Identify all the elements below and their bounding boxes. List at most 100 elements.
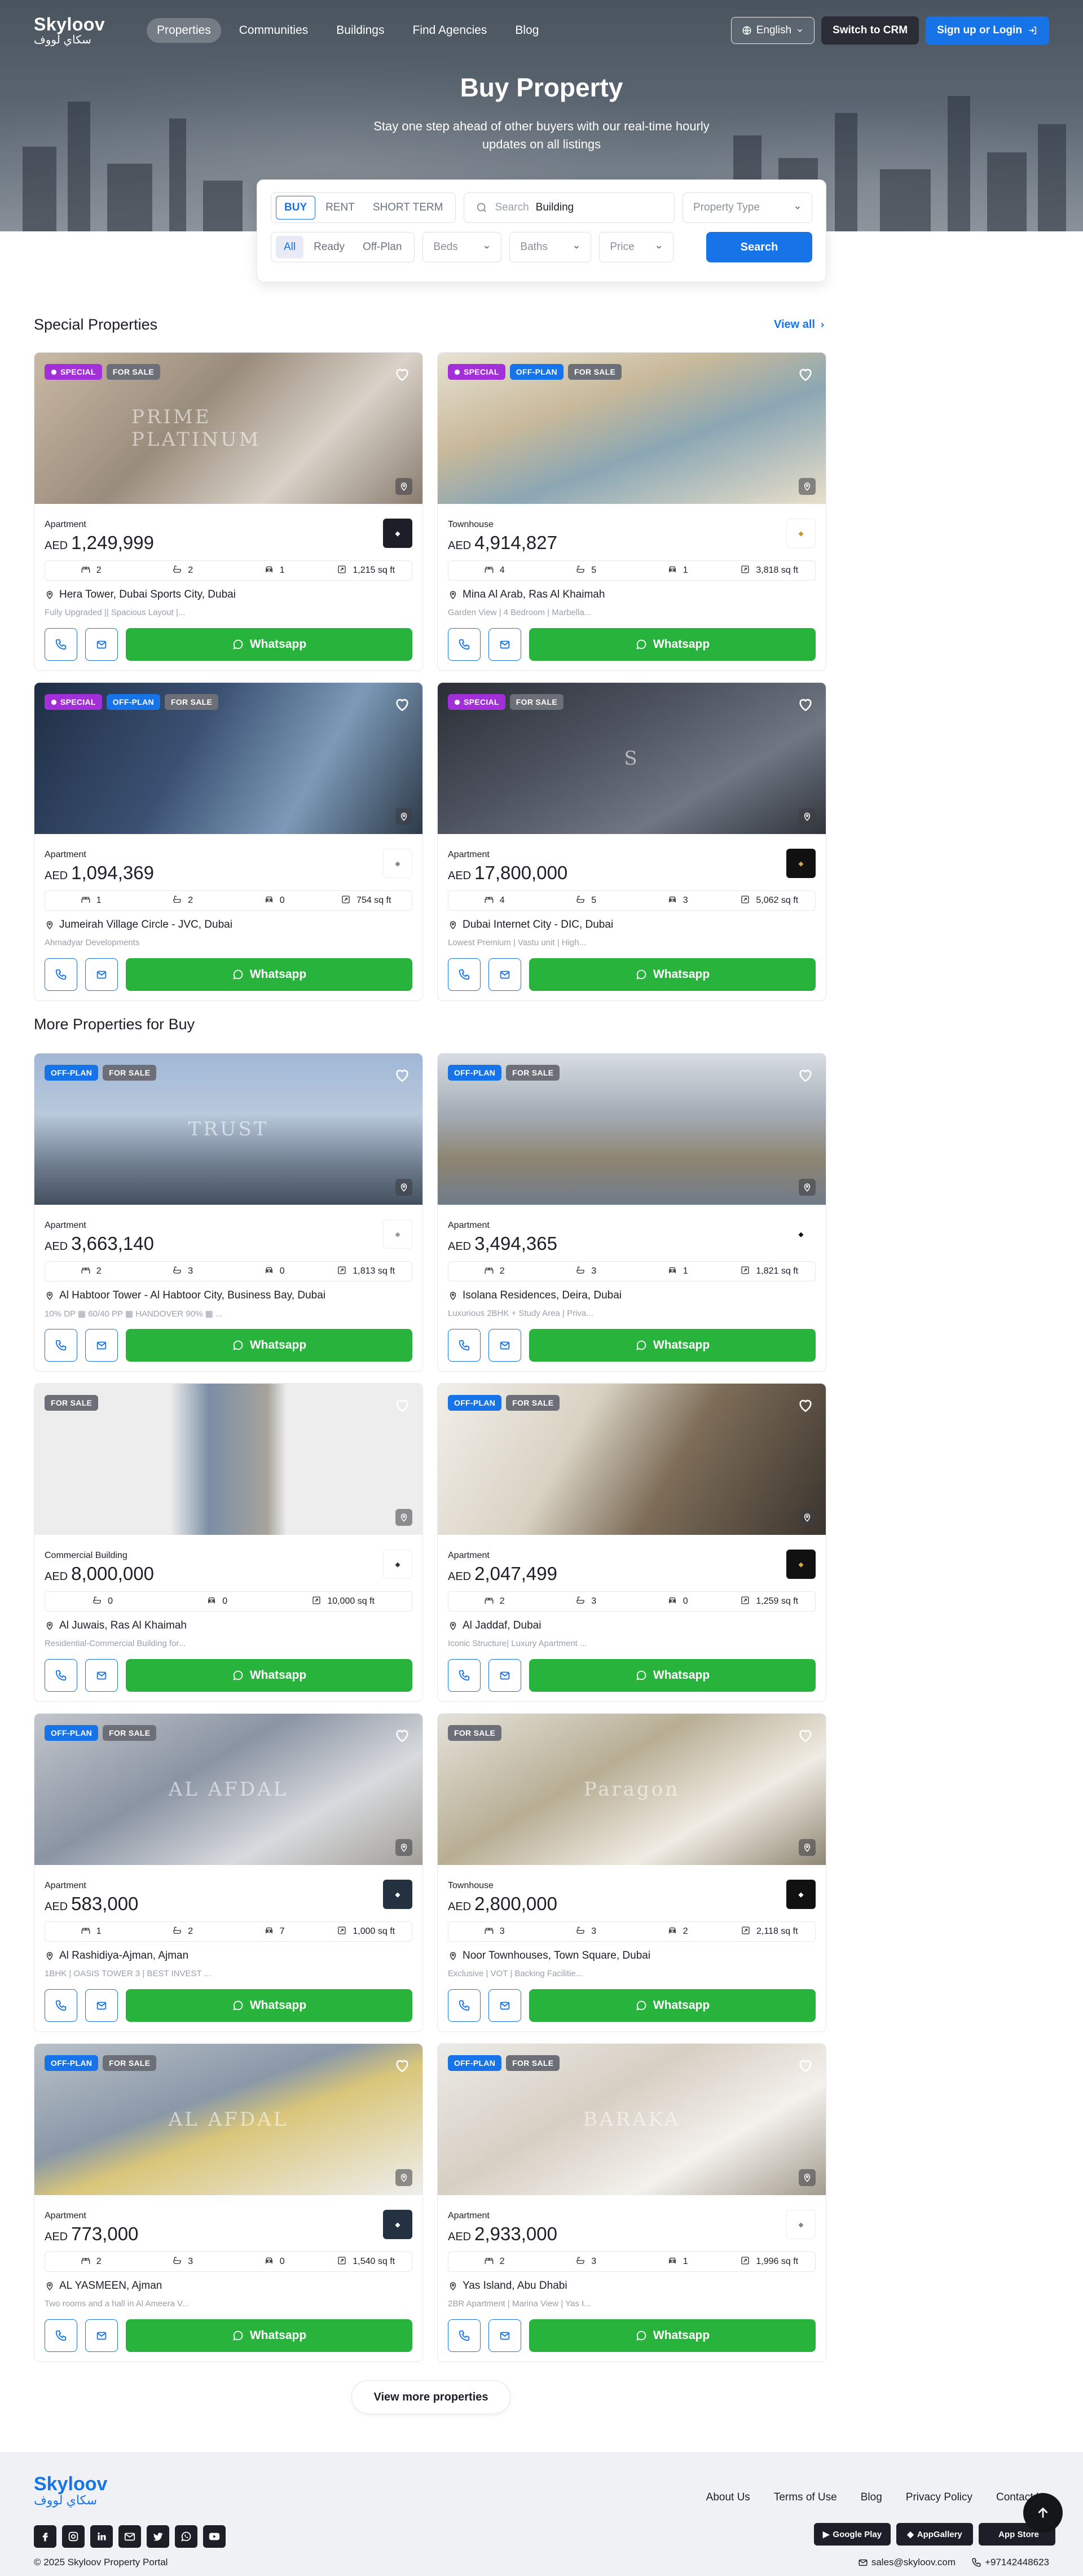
map-pin-icon[interactable] <box>395 2169 412 2186</box>
status-all[interactable]: All <box>276 236 304 258</box>
property-card[interactable]: S SPECIAL FOR SALE Apartment AED 17,800,00… <box>437 682 826 1001</box>
property-type-dropdown[interactable]: Property Type <box>683 192 812 223</box>
property-card[interactable]: Paragon FOR SALE Townhouse AED 2,800,000 … <box>437 1713 826 2032</box>
google-play-badge[interactable]: ▶ Google Play <box>814 2523 891 2546</box>
mode-short-term[interactable]: SHORT TERM <box>365 196 451 219</box>
property-card[interactable]: AL AFDAL OFF-PLAN FOR SALE Apartment AED 7… <box>34 2043 423 2362</box>
map-pin-icon[interactable] <box>799 1839 816 1856</box>
nav-find-agencies[interactable]: Find Agencies <box>403 18 498 43</box>
email-button[interactable] <box>85 958 118 991</box>
map-pin-icon[interactable] <box>799 1509 816 1526</box>
mode-rent[interactable]: RENT <box>318 196 363 219</box>
call-button[interactable] <box>448 1659 481 1692</box>
property-photo[interactable]: AL AFDAL OFF-PLAN FOR SALE <box>34 1714 422 1865</box>
beds-dropdown[interactable]: Beds <box>422 232 502 262</box>
call-button[interactable] <box>45 958 77 991</box>
property-photo[interactable]: OFF-PLAN FOR SALE <box>438 1054 826 1205</box>
email-button[interactable] <box>488 2319 521 2352</box>
map-pin-icon[interactable] <box>395 478 412 495</box>
property-card[interactable]: OFF-PLAN FOR SALE Apartment AED 2,047,499 … <box>437 1383 826 1702</box>
map-pin-icon[interactable] <box>799 478 816 495</box>
developer-logo[interactable]: ◆ <box>383 519 412 548</box>
whatsapp-button[interactable]: Whatsapp <box>126 1659 412 1692</box>
whatsapp-button[interactable]: Whatsapp <box>126 1329 412 1362</box>
whatsapp-button[interactable]: Whatsapp <box>126 2319 412 2352</box>
heart-icon[interactable] <box>796 365 815 383</box>
developer-logo[interactable]: ◆ <box>786 2210 816 2239</box>
search-button[interactable]: Search <box>706 232 812 262</box>
call-button[interactable] <box>45 1989 77 2022</box>
footer-link-terms[interactable]: Terms of Use <box>774 2491 837 2504</box>
status-ready[interactable]: Ready <box>306 236 353 258</box>
property-card[interactable]: SPECIAL OFF-PLAN FOR SALE Townhouse AED 4,9… <box>437 352 826 671</box>
footer-link-about[interactable]: About Us <box>706 2491 750 2504</box>
call-button[interactable] <box>448 1329 481 1362</box>
property-photo[interactable]: SPECIAL OFF-PLAN FOR SALE <box>438 353 826 504</box>
call-button[interactable] <box>45 2319 77 2352</box>
whatsapp-button[interactable]: Whatsapp <box>529 958 816 991</box>
whatsapp-button[interactable]: Whatsapp <box>529 1659 816 1692</box>
signup-login-button[interactable]: Sign up or Login <box>926 16 1049 45</box>
heart-icon[interactable] <box>796 1066 815 1084</box>
footer-logo[interactable]: Skyloov سكاي لووف <box>34 2473 107 2508</box>
developer-logo[interactable]: ◆ <box>786 1880 816 1909</box>
facebook-icon[interactable] <box>34 2525 56 2548</box>
map-pin-icon[interactable] <box>395 808 412 825</box>
email-button[interactable] <box>85 2319 118 2352</box>
whatsapp-button[interactable]: Whatsapp <box>529 2319 816 2352</box>
property-photo[interactable]: BARAKA OFF-PLAN FOR SALE <box>438 2044 826 2195</box>
heart-icon[interactable] <box>393 1396 411 1414</box>
footer-link-blog[interactable]: Blog <box>861 2491 882 2504</box>
heart-icon[interactable] <box>393 365 411 383</box>
switch-to-crm-button[interactable]: Switch to CRM <box>821 16 919 45</box>
twitter-icon[interactable] <box>147 2525 169 2548</box>
language-selector[interactable]: English <box>730 17 815 44</box>
developer-logo[interactable]: ◆ <box>383 1550 412 1579</box>
call-button[interactable] <box>45 628 77 661</box>
baths-dropdown[interactable]: Baths <box>509 232 592 262</box>
call-button[interactable] <box>448 958 481 991</box>
email-button[interactable] <box>85 1989 118 2022</box>
email-button[interactable] <box>85 628 118 661</box>
footer-link-privacy[interactable]: Privacy Policy <box>906 2491 972 2504</box>
email-button[interactable] <box>488 1989 521 2022</box>
property-card[interactable]: AL AFDAL OFF-PLAN FOR SALE Apartment AED 5… <box>34 1713 423 2032</box>
property-card[interactable]: OFF-PLAN FOR SALE Apartment AED 3,494,365 … <box>437 1053 826 1372</box>
developer-logo[interactable]: ◆ <box>786 1219 816 1249</box>
footer-email[interactable]: sales@skyloov.com <box>858 2557 956 2568</box>
property-photo[interactable]: OFF-PLAN FOR SALE <box>438 1384 826 1535</box>
map-pin-icon[interactable] <box>395 1509 412 1526</box>
email-button[interactable] <box>488 1329 521 1362</box>
heart-icon[interactable] <box>796 1726 815 1744</box>
property-photo[interactable]: Paragon FOR SALE <box>438 1714 826 1865</box>
site-logo[interactable]: Skyloov سكاي لووف <box>34 14 118 47</box>
heart-icon[interactable] <box>796 1396 815 1414</box>
developer-logo[interactable]: ◆ <box>786 849 816 878</box>
whatsapp-button[interactable]: Whatsapp <box>126 628 412 661</box>
property-photo[interactable]: S SPECIAL FOR SALE <box>438 683 826 834</box>
developer-logo[interactable]: ◆ <box>383 849 412 878</box>
email-button[interactable] <box>85 1659 118 1692</box>
heart-icon[interactable] <box>393 1066 411 1084</box>
property-card[interactable]: BARAKA OFF-PLAN FOR SALE Apartment AED 2,9… <box>437 2043 826 2362</box>
whatsapp-button[interactable]: Whatsapp <box>126 1989 412 2022</box>
whatsapp-button[interactable]: Whatsapp <box>529 1329 816 1362</box>
scroll-to-top-button[interactable] <box>1023 2493 1063 2533</box>
property-photo[interactable]: FOR SALE <box>34 1384 422 1535</box>
email-button[interactable] <box>488 958 521 991</box>
email-button[interactable] <box>488 628 521 661</box>
property-photo[interactable]: AL AFDAL OFF-PLAN FOR SALE <box>34 2044 422 2195</box>
search-input[interactable]: Search Building <box>464 192 675 223</box>
mode-buy[interactable]: BUY <box>276 196 316 220</box>
heart-icon[interactable] <box>393 1726 411 1744</box>
nav-communities[interactable]: Communities <box>229 18 319 43</box>
property-card[interactable]: SPECIAL OFF-PLAN FOR SALE Apartment AED 1,0… <box>34 682 423 1001</box>
property-photo[interactable]: TRUST OFF-PLAN FOR SALE <box>34 1054 422 1205</box>
developer-logo[interactable]: ◆ <box>786 1550 816 1579</box>
nav-properties[interactable]: Properties <box>147 18 221 43</box>
map-pin-icon[interactable] <box>395 1839 412 1856</box>
map-pin-icon[interactable] <box>799 1179 816 1196</box>
price-dropdown[interactable]: Price <box>599 232 674 262</box>
youtube-icon[interactable] <box>203 2525 226 2548</box>
developer-logo[interactable]: ◆ <box>786 519 816 548</box>
